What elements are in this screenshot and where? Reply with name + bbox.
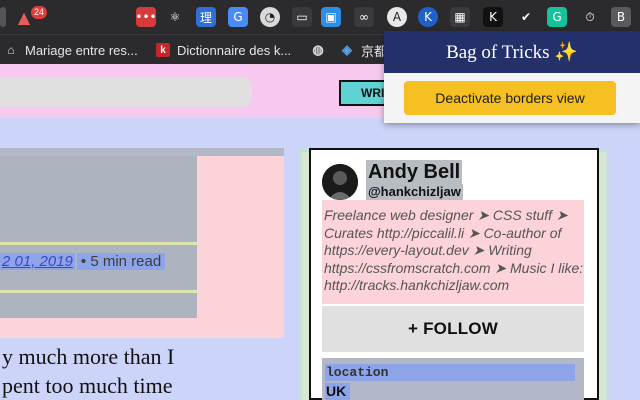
translate-extension-icon[interactable]: 理 [196,7,216,27]
avatar [322,164,358,200]
k-icon: k [156,43,170,57]
profile-bio: Freelance web designer ➤ CSS stuff ➤ Cur… [322,200,584,304]
bookmark-label: Mariage entre res... [25,42,138,58]
check-extension-icon[interactable]: ✔ [516,7,536,27]
atom-extension-icon[interactable]: ⚛ [165,7,185,27]
browser-toolbar: ▲ 24 ••• ⚛ 理 G ◔ ▭ ▣ ∞ A K ▦ K ✔ G ⏱ B [0,0,640,34]
bookmark-dictionnaire[interactable]: k Dictionnaire des k... [156,41,291,59]
grammarly-extension-icon[interactable]: G [547,7,567,27]
toolbar-edge [0,7,6,27]
bookmark-globe[interactable]: ◍ [311,41,332,59]
window-extension-icon[interactable]: ▭ [292,7,312,27]
body-line: pent too much time [2,373,173,398]
body-line: y much more than I [2,344,175,369]
divider-top [0,242,197,245]
bookmark-label: Dictionnaire des k... [177,42,292,58]
popup-header: Bag of Tricks ✨ [384,31,640,73]
popup-title: Bag of Tricks ✨ [446,42,578,63]
location-value: UK [325,383,351,400]
dots-extension-icon[interactable]: ••• [135,7,157,27]
follow-button[interactable]: + FOLLOW [322,306,584,352]
article-meta-block [0,156,197,318]
divider-bottom [0,290,197,293]
k-square-extension-icon[interactable]: K [483,7,503,27]
profile-handle[interactable]: @hankchizljaw [366,184,463,200]
google-translate-extension-icon[interactable]: G [228,7,248,27]
bookmark-kyoto[interactable]: ◈ 京都 [340,41,387,59]
bag-of-tricks-popup: Bag of Tricks ✨ Deactivate borders view [384,31,640,123]
glasses-extension-icon[interactable]: ∞ [354,7,374,27]
date-link[interactable]: 2 01, 2019 [0,252,75,270]
house-icon: ⌂ [7,43,15,57]
search-bar[interactable] [0,77,252,107]
notification-badge: 24 [31,6,48,19]
article-body: y much more than I pent too much time [2,342,174,400]
screen-extension-icon[interactable]: ▣ [321,7,341,27]
grid-extension-icon[interactable]: ▦ [450,7,470,27]
a-extension-icon[interactable]: A [387,7,407,27]
profile-b-extension-icon[interactable]: B [611,7,631,27]
bookmark-mariage[interactable]: ⌂ Mariage entre res... [4,41,138,59]
deactivate-borders-button[interactable]: Deactivate borders view [404,81,616,115]
cube-icon: ◈ [342,42,352,57]
k-circle-extension-icon[interactable]: K [418,7,438,27]
location-label: location [325,364,575,381]
article-meta: 2 01, 2019 • 5 min read [0,250,166,272]
profile-name[interactable]: Andy Bell [366,160,463,184]
timer-extension-icon[interactable]: ⏱ [580,7,600,27]
read-time: • 5 min read [76,252,166,270]
globe-extension-icon[interactable]: ◔ [260,7,280,27]
globe-icon: ◍ [312,42,324,57]
